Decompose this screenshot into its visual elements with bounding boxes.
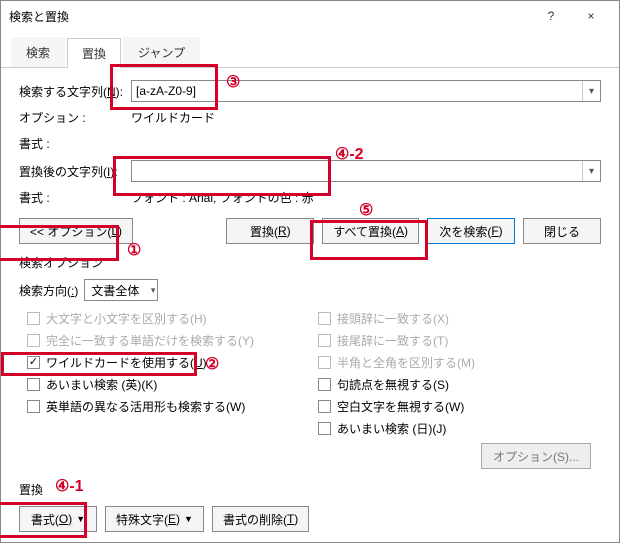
chk-whole-word: 完全に一致する単語だけを検索する(Y): [27, 332, 310, 349]
fuzzy-options-button: オプション(S)...: [481, 443, 591, 469]
chevron-down-icon: ▾: [151, 285, 156, 296]
chevron-down-icon[interactable]: ▾: [582, 161, 600, 181]
chk-match-case: 大文字と小文字を区別する(H): [27, 310, 310, 327]
tab-replace[interactable]: 置換: [67, 38, 121, 68]
find-label: 検索する文字列(N):: [19, 83, 131, 100]
format-button[interactable]: 書式(O)▼: [19, 506, 97, 532]
replace-label: 置換後の文字列(I):: [19, 163, 131, 180]
chevron-down-icon: ▼: [184, 514, 193, 524]
chk-fuzzy-en[interactable]: あいまい検索 (英)(K): [27, 376, 310, 393]
chevron-down-icon: ▼: [76, 514, 85, 524]
replace-format-info: フォント : Arial, フォントの色 : 赤: [131, 189, 314, 206]
chk-word-forms[interactable]: 英単語の異なる活用形も検索する(W): [27, 398, 310, 415]
replace-section-label: 置換: [19, 481, 601, 498]
chk-fuzzy-jp[interactable]: あいまい検索 (日)(J): [318, 420, 601, 437]
options-value: ワイルドカード: [131, 109, 215, 126]
no-format-button[interactable]: 書式の削除(T): [212, 506, 309, 532]
replace-input[interactable]: ▾: [131, 160, 601, 182]
tab-bar: 検索 置換 ジャンプ: [1, 37, 619, 68]
close-button[interactable]: 閉じる: [523, 218, 601, 244]
chk-ignore-white[interactable]: 空白文字を無視する(W): [318, 398, 601, 415]
window-title: 検索と置換: [9, 8, 531, 25]
chk-ignore-punct[interactable]: 句読点を無視する(S): [318, 376, 601, 393]
search-direction-label: 検索方向(:): [19, 282, 78, 299]
tab-search[interactable]: 検索: [11, 37, 65, 67]
tab-jump[interactable]: ジャンプ: [123, 37, 200, 67]
format-label-replace: 書式 :: [19, 189, 131, 206]
help-button[interactable]: ?: [531, 2, 571, 30]
chevron-down-icon[interactable]: ▾: [582, 81, 600, 101]
find-next-button[interactable]: 次を検索(F): [427, 218, 515, 244]
chk-suffix: 接尾辞に一致する(T): [318, 332, 601, 349]
search-direction-select[interactable]: 文書全体 ▾: [84, 279, 158, 301]
format-label-find: 書式 :: [19, 135, 131, 152]
options-toggle-button[interactable]: << オプション(L): [19, 218, 133, 244]
options-label: オプション :: [19, 109, 131, 126]
chk-wildcard[interactable]: ✓ワイルドカードを使用する(U): [27, 354, 310, 371]
chk-prefix: 接頭辞に一致する(X): [318, 310, 601, 327]
search-options-title: 検索オプション: [19, 254, 601, 271]
find-input-value: [a-zA-Z0-9]: [136, 84, 196, 98]
chk-half-full: 半角と全角を区別する(M): [318, 354, 601, 371]
replace-button[interactable]: 置換(R): [226, 218, 314, 244]
close-window-button[interactable]: ×: [571, 2, 611, 30]
special-char-button[interactable]: 特殊文字(E)▼: [105, 506, 204, 532]
replace-all-button[interactable]: すべて置換(A): [322, 218, 419, 244]
find-input[interactable]: [a-zA-Z0-9] ▾: [131, 80, 601, 102]
